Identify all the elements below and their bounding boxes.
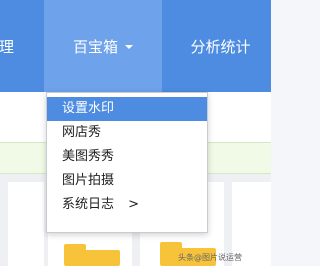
- nav-item-toolbox-label: 百宝箱: [72, 37, 118, 56]
- menu-item-set-watermark[interactable]: 设置水印: [47, 97, 207, 121]
- nav-item-manage[interactable]: 理: [0, 0, 36, 92]
- watermark-text: 头条@图片说运营: [178, 252, 242, 262]
- top-navbar: 理 百宝箱 分析统计: [0, 0, 271, 92]
- watermark: 头条@图片说运营: [178, 250, 268, 264]
- content-panel: [8, 182, 44, 266]
- folder-icon[interactable]: [64, 250, 120, 266]
- menu-item-label: 系统日志: [62, 197, 115, 212]
- menu-item-label: 网店秀: [62, 125, 102, 140]
- chevron-down-icon: [125, 45, 133, 49]
- menu-item-label: 图片拍摄: [62, 173, 115, 188]
- nav-item-analytics-label: 分析统计: [190, 37, 251, 56]
- menu-item-photo-shooting[interactable]: 图片拍摄: [47, 169, 207, 193]
- menu-item-meitu-xiuxiu[interactable]: 美图秀秀: [47, 145, 207, 169]
- menu-item-label: 美图秀秀: [62, 149, 115, 164]
- nav-item-toolbox[interactable]: 百宝箱: [44, 0, 162, 92]
- menu-item-label: 设置水印: [62, 101, 115, 116]
- chevron-right-icon: >: [128, 197, 140, 212]
- nav-item-manage-label: 理: [0, 37, 15, 56]
- toolbox-dropdown-menu: 设置水印 网店秀 美图秀秀 图片拍摄 系统日志 >: [46, 92, 208, 233]
- menu-item-system-log[interactable]: 系统日志 >: [47, 193, 207, 217]
- menu-item-online-shop-show[interactable]: 网店秀: [47, 121, 207, 145]
- nav-item-analytics[interactable]: 分析统计: [170, 0, 271, 92]
